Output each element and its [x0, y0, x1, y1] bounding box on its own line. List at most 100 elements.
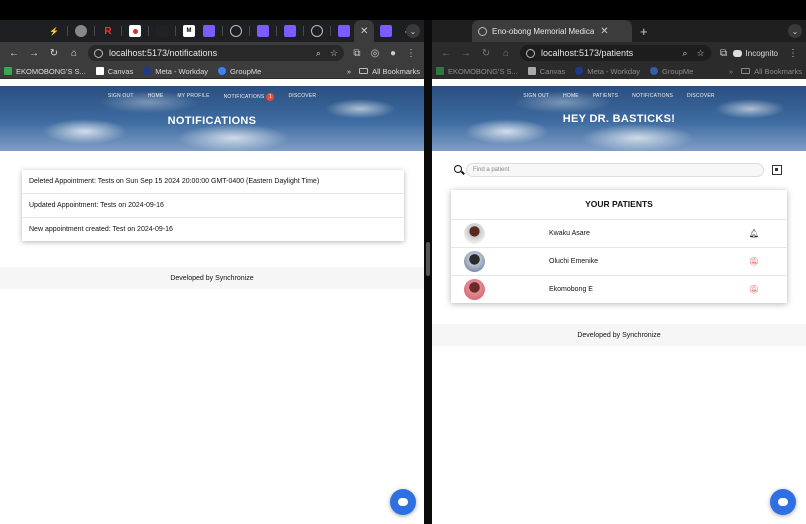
tab-separator — [222, 26, 223, 36]
bell-off-icon[interactable]: 🔕︎ — [749, 285, 759, 294]
notifications-page: SIGN OUT HOME MY PROFILE NOTIFICATIONS 1 … — [0, 86, 424, 524]
all-bookmarks-button[interactable]: All Bookmarks — [741, 67, 802, 76]
more-menu-icon[interactable]: ⋮ — [402, 48, 420, 59]
zoom-icon[interactable]: ⌕ — [316, 48, 321, 59]
bookmark-star-icon[interactable]: ☆ — [696, 48, 704, 59]
back-icon[interactable]: ← — [436, 48, 456, 59]
tab-favicon-10[interactable] — [284, 25, 296, 37]
forward-icon[interactable]: → — [24, 48, 44, 59]
chat-button[interactable] — [770, 489, 796, 515]
tab-favicon-r[interactable]: R — [102, 25, 114, 37]
split-view-divider[interactable] — [424, 20, 432, 524]
nav-discover[interactable]: DISCOVER — [288, 93, 316, 101]
tab-favicon-1[interactable]: ⚡ — [48, 25, 60, 37]
profile-sync-icon[interactable]: ◎ — [366, 48, 384, 59]
extensions-icon[interactable]: ⧉ — [715, 48, 733, 59]
tab-favicon-9[interactable] — [257, 25, 269, 37]
nav-notifications[interactable]: NOTIFICATIONS 1 — [224, 93, 275, 101]
search-input[interactable]: Find a patient — [466, 163, 764, 177]
patients-page: SIGN OUT HOME PATIENTS NOTIFICATIONS DIS… — [432, 86, 806, 524]
globe-icon — [478, 26, 487, 36]
tab-separator — [276, 26, 277, 36]
home-icon[interactable]: ⌂ — [64, 48, 84, 59]
nav-home[interactable]: HOME — [148, 93, 164, 101]
all-bookmarks-button[interactable]: All Bookmarks — [359, 67, 420, 76]
bell-off-icon[interactable]: 🔕︎ — [749, 257, 759, 266]
bookmark-item[interactable]: EKOMOBONG'S S... — [436, 67, 518, 76]
tab-favicon-12[interactable] — [338, 25, 350, 37]
notification-item[interactable]: New appointment created: Test on 2024-09… — [22, 218, 404, 241]
tab-favicon-5[interactable] — [156, 25, 168, 37]
tab-separator — [175, 26, 176, 36]
address-bar[interactable]: localhost:5173/patients ⌕ ☆ — [520, 45, 711, 61]
tab-favicon-2[interactable] — [75, 25, 87, 37]
patient-row[interactable]: Oluchi Emenike 🔕︎ — [451, 247, 787, 275]
page-title: NOTIFICATIONS — [167, 115, 257, 127]
bell-icon[interactable]: 🔔︎ — [749, 229, 759, 238]
url-text: localhost:5173/patients — [541, 48, 634, 58]
zoom-icon[interactable]: ⌕ — [682, 48, 687, 59]
active-tab[interactable]: Eno-obong Memorial Medica ✕ — [472, 20, 632, 42]
bookmark-item[interactable]: EKOMOBONG'S S... — [4, 67, 86, 76]
avatar[interactable]: ● — [384, 48, 402, 59]
patient-row[interactable]: Ekomobong E 🔕︎ — [451, 275, 787, 303]
avatar — [464, 279, 485, 300]
footer-text: Developed by Synchronize — [170, 274, 254, 282]
footer-text: Developed by Synchronize — [577, 331, 661, 339]
reload-icon[interactable]: ↻ — [476, 48, 496, 59]
browser-toolbar: ← → ↻ ⌂ localhost:5173/notifications ⌕ ☆… — [0, 42, 424, 64]
incognito-indicator[interactable]: Incognito — [732, 49, 778, 58]
bookmark-item[interactable]: GroupMe — [650, 67, 693, 76]
bookmark-star-icon[interactable]: ☆ — [330, 48, 338, 59]
bookmark-item[interactable]: Meta - Workday — [143, 67, 208, 76]
reload-icon[interactable]: ↻ — [44, 48, 64, 59]
tab-favicon-7[interactable] — [203, 25, 215, 37]
chevron-down-icon[interactable]: ⌄ — [406, 24, 420, 38]
back-icon[interactable]: ← — [4, 48, 24, 59]
globe-icon[interactable] — [311, 25, 323, 37]
close-icon[interactable]: ✕ — [600, 26, 608, 37]
more-bookmarks-icon[interactable]: » — [729, 67, 733, 76]
site-info-icon[interactable] — [94, 48, 103, 58]
bookmark-item[interactable]: Canvas — [527, 66, 566, 76]
globe-icon[interactable] — [230, 25, 242, 37]
home-icon[interactable]: ⌂ — [496, 48, 516, 59]
active-tab[interactable]: ✕ — [354, 20, 375, 42]
notification-item[interactable]: Deleted Appointment: Tests on Sun Sep 15… — [22, 170, 404, 195]
bookmark-label: EKOMOBONG'S S... — [16, 66, 86, 76]
more-bookmarks-icon[interactable]: » — [347, 67, 351, 76]
tab-favicon-4[interactable] — [129, 25, 141, 37]
patients-title: YOUR PATIENTS — [585, 199, 653, 209]
sheets-icon — [4, 67, 12, 75]
nav-patients[interactable]: PATIENTS — [593, 93, 618, 99]
chevron-down-icon[interactable]: ⌄ — [788, 24, 802, 38]
chat-button[interactable] — [390, 489, 416, 515]
chat-bubble-icon — [778, 498, 788, 506]
site-info-icon[interactable] — [526, 48, 535, 58]
nav-sign-out[interactable]: SIGN OUT — [108, 93, 134, 101]
more-menu-icon[interactable]: ⋮ — [784, 48, 802, 59]
nav-discover[interactable]: DISCOVER — [687, 93, 715, 99]
close-icon[interactable]: ✕ — [360, 26, 368, 37]
bookmark-item[interactable]: GroupMe — [218, 67, 261, 76]
bookmark-item[interactable]: Meta - Workday — [575, 67, 640, 76]
bookmark-item[interactable]: Canvas — [95, 67, 133, 76]
nav-notifications[interactable]: NOTIFICATIONS — [632, 93, 673, 99]
bookmark-label: Canvas — [539, 66, 566, 76]
tab-favicon-14[interactable] — [380, 25, 393, 37]
qr-code-icon[interactable] — [772, 165, 782, 175]
patient-search: Find a patient — [452, 163, 782, 177]
new-tab-icon[interactable]: + — [640, 24, 648, 39]
notification-item[interactable]: Updated Appointment: Tests on 2024-09-16 — [22, 194, 404, 219]
patient-row[interactable]: Kwaku Asare 🔔︎ — [451, 219, 787, 247]
folder-icon — [741, 68, 751, 74]
nav-my-profile[interactable]: MY PROFILE — [177, 93, 209, 101]
nav-sign-out[interactable]: SIGN OUT — [523, 93, 549, 99]
address-bar[interactable]: localhost:5173/notifications ⌕ ☆ — [88, 45, 344, 61]
extensions-icon[interactable]: ⧉ — [348, 48, 366, 59]
tab-favicon-m[interactable]: M — [183, 25, 195, 37]
nav-home[interactable]: HOME — [563, 93, 579, 99]
divider-handle[interactable] — [426, 242, 430, 276]
bookmark-label: GroupMe — [662, 66, 694, 76]
forward-icon[interactable]: → — [456, 48, 476, 59]
